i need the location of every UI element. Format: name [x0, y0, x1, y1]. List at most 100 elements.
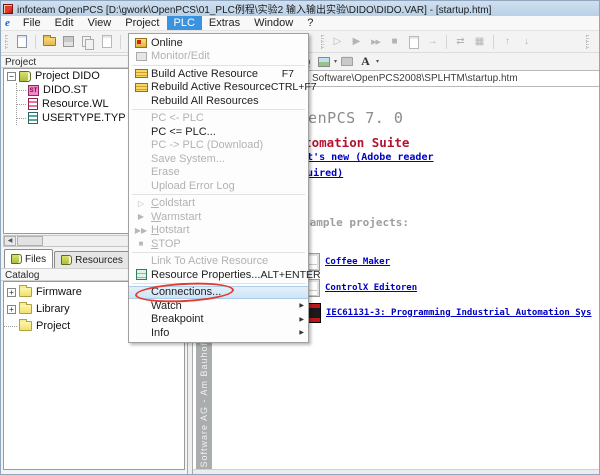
- new-document-icon[interactable]: [13, 34, 30, 50]
- expand-plus-icon[interactable]: +: [7, 288, 16, 297]
- properties-icon: [131, 269, 151, 280]
- toolbar-grip[interactable]: [5, 35, 8, 49]
- move-down-icon-glyph: ↓: [524, 37, 529, 47]
- menu-item-label: Warmstart: [151, 211, 201, 223]
- menubar-item-extras[interactable]: Extras: [202, 16, 247, 30]
- sample-project-link[interactable]: Coffee Maker: [325, 257, 390, 267]
- menu-item-coldstart[interactable]: ▷Coldstart: [129, 197, 308, 211]
- folder-icon: [19, 304, 32, 314]
- menu-item-watch[interactable]: Watch▶: [129, 299, 308, 313]
- step-icon[interactable]: →: [424, 34, 441, 50]
- menu-item-warmstart[interactable]: ▶Warmstart: [129, 210, 308, 224]
- coldstart-icon[interactable]: ▷: [329, 34, 346, 50]
- menubar-item-help[interactable]: ?: [300, 16, 320, 30]
- sample-link-row: IEC61131-3: Programming Industrial Autom…: [305, 302, 592, 324]
- sample-project-link[interactable]: ControlX Editoren: [325, 283, 417, 293]
- menu-item-upload-error-log[interactable]: Upload Error Log: [129, 179, 308, 193]
- menubar-item-file[interactable]: File: [16, 16, 48, 30]
- menu-item-label: PC <= PLC...: [151, 126, 216, 138]
- expand-plus-icon[interactable]: +: [7, 305, 16, 314]
- toolbar-separator: [446, 35, 447, 49]
- document-icon[interactable]: [405, 34, 422, 50]
- dropdown-arrow-icon[interactable]: ▾: [334, 58, 337, 65]
- menu-item-link-to-active-resource[interactable]: Link To Active Resource: [129, 255, 308, 269]
- collapse-expander-icon[interactable]: −: [7, 72, 16, 81]
- menu-item-label: Connections...: [151, 286, 221, 298]
- menu-item-pc-plc[interactable]: PC <- PLC: [129, 112, 308, 126]
- image-icon[interactable]: [315, 54, 332, 70]
- menu-item-build-active-resource[interactable]: Build Active Resource F7: [129, 67, 308, 81]
- menu-item-pc-plc-download[interactable]: PC -> PLC (Download): [129, 139, 308, 153]
- tab-resources[interactable]: Resources: [54, 251, 130, 268]
- save-icon[interactable]: [60, 34, 77, 50]
- menu-item-online[interactable]: Online: [129, 36, 308, 50]
- menu-item-label: PC -> PLC (Download): [151, 139, 263, 151]
- toolbar-grip[interactable]: [586, 35, 589, 49]
- link-resource-icon[interactable]: ⇄: [452, 34, 469, 50]
- font-icon[interactable]: A: [357, 54, 374, 70]
- windows-icon[interactable]: ▦: [471, 34, 488, 50]
- toolbar-grip[interactable]: [321, 35, 324, 49]
- menu-shortcut: F7: [282, 68, 308, 80]
- copy-icon[interactable]: [79, 34, 96, 50]
- menu-item-label: Build Active Resource: [151, 68, 258, 80]
- folder-icon: [19, 321, 32, 331]
- menu-item-monitor-edit[interactable]: Monitor/Edit: [129, 50, 308, 64]
- menu-shortcut: ALT+ENTER: [260, 269, 334, 281]
- menubar-item-edit[interactable]: Edit: [48, 16, 81, 30]
- html-page-icon: e: [5, 17, 10, 29]
- menu-item-rebuild-active-resource[interactable]: Rebuild Active ResourceCTRL+F7: [129, 81, 308, 95]
- menubar-item-project[interactable]: Project: [118, 16, 166, 30]
- stop-icon: ■: [131, 239, 151, 248]
- menu-item-info[interactable]: Info▶: [129, 326, 308, 340]
- toolbar-separator: [35, 35, 36, 49]
- tree-connector: [17, 104, 26, 105]
- content-hscrollbar[interactable]: [193, 469, 600, 475]
- rebuild-icon: [135, 83, 148, 92]
- menu-item-hotstart[interactable]: ▶▶Hotstart: [129, 224, 308, 238]
- menubar-item-view[interactable]: View: [81, 16, 119, 30]
- build-icon: [135, 69, 148, 78]
- open-folder-icon-glyph: [43, 37, 56, 46]
- menu-item-label: Upload Error Log: [151, 180, 235, 192]
- menu-bar: e FileEditViewProjectPLCExtrasWindow?: [1, 16, 599, 31]
- menu-item-breakpoint[interactable]: Breakpoint▶: [129, 313, 308, 327]
- stop-icon[interactable]: ■: [386, 34, 403, 50]
- properties-icon: [136, 269, 147, 280]
- hotstart-icon[interactable]: ▶▶: [367, 34, 384, 50]
- menu-item-connections[interactable]: Connections...: [129, 286, 308, 300]
- tree-connector: [4, 326, 17, 327]
- scrollbar-thumb[interactable]: [17, 236, 43, 246]
- menu-item-label: Breakpoint: [151, 313, 204, 325]
- menu-item-erase[interactable]: Erase: [129, 166, 308, 180]
- online-icon: [131, 38, 151, 48]
- menu-item-pc-plc[interactable]: PC <= PLC...: [129, 125, 308, 139]
- menubar-item-window[interactable]: Window: [247, 16, 300, 30]
- warmstart-icon[interactable]: ▶: [348, 34, 365, 50]
- windows-icon-glyph: ▦: [475, 37, 484, 47]
- scroll-left-icon[interactable]: ◀: [4, 236, 16, 246]
- document-icon[interactable]: [98, 34, 115, 50]
- menu-item-save-system[interactable]: Save System...: [129, 152, 308, 166]
- catalog-item-label: Firmware: [36, 286, 82, 298]
- monitor-icon: [131, 52, 151, 61]
- sample-project-link[interactable]: IEC61131-3: Programming Industrial Autom…: [326, 308, 592, 318]
- menu-item-resource-properties[interactable]: Resource Properties...ALT+ENTER: [129, 268, 308, 282]
- move-down-icon[interactable]: ↓: [518, 34, 535, 50]
- tab-files[interactable]: Files: [4, 249, 53, 268]
- menu-item-rebuild-all-resources[interactable]: Rebuild All Resources: [129, 94, 308, 108]
- dropdown-arrow-icon[interactable]: ▾: [376, 58, 379, 65]
- tree-item-label: Resource.WL: [42, 98, 109, 110]
- image-icon-glyph: [318, 57, 330, 67]
- menu-item-label: Hotstart: [151, 224, 190, 236]
- print-icon[interactable]: [338, 54, 355, 70]
- step-icon-glyph: →: [428, 37, 438, 47]
- catalog-item-label: Project: [36, 320, 70, 332]
- move-up-icon[interactable]: ↑: [499, 34, 516, 50]
- open-folder-icon[interactable]: [41, 34, 58, 50]
- menu-item-label: Link To Active Resource: [151, 255, 268, 267]
- menubar-item-plc[interactable]: PLC: [167, 16, 202, 30]
- menu-item-stop[interactable]: ■STOP: [129, 237, 308, 251]
- warmstart-icon: ▶: [131, 212, 151, 221]
- whats-new-link[interactable]: What's new (Adobe reader: [289, 152, 434, 163]
